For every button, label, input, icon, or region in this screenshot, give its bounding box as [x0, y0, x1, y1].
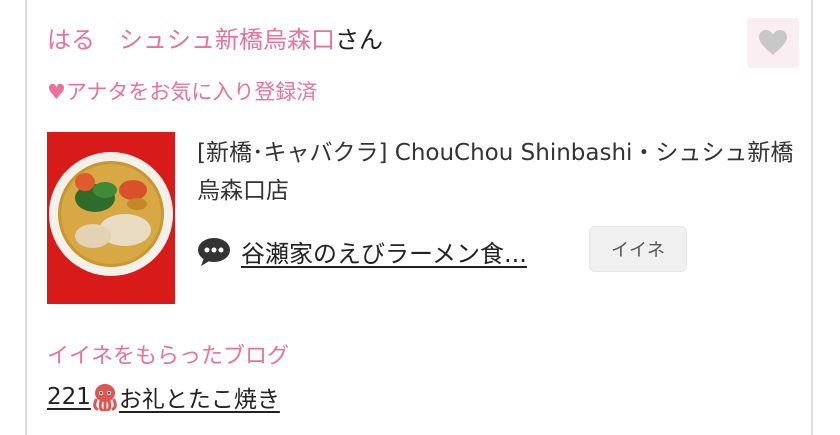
blog-like-card: はる シュシュ新橋烏森口さん ♥アナタをお気に入り登録済 [新橋･キャバクラ] …: [25, 0, 813, 435]
favorite-heart-button[interactable]: [747, 18, 799, 68]
blog-thumbnail[interactable]: [47, 132, 175, 304]
blog-post-link[interactable]: 谷瀬家のえびラーメン食...: [241, 234, 527, 269]
octopus-icon: [93, 384, 117, 411]
heart-icon: [759, 30, 787, 55]
liked-blog-count: 221: [47, 384, 91, 410]
liked-blog-section-title: イイネをもらったブログ: [47, 344, 290, 369]
shop-short-name[interactable]: シュシュ新橋烏森口: [119, 26, 335, 54]
favorite-status: ♥アナタをお気に入り登録済: [47, 80, 318, 104]
liked-blog-link[interactable]: 221 お礼とたこ焼き: [47, 380, 280, 414]
iine-button[interactable]: イイネ: [589, 226, 687, 272]
liked-blog-title: お礼とたこ焼き: [118, 387, 280, 413]
ramen-bowl-image: [47, 132, 175, 304]
header-title: はる シュシュ新橋烏森口さん: [47, 24, 383, 56]
honorific: さん: [335, 26, 383, 54]
speech-bubble-icon: [198, 237, 230, 266]
shop-description[interactable]: [新橋･キャバクラ] ChouChou Shinbashi・シュシュ新橋烏森口店: [197, 134, 797, 210]
latest-comment: 谷瀬家のえびラーメン食...: [197, 234, 527, 269]
user-name[interactable]: はる: [47, 26, 95, 54]
